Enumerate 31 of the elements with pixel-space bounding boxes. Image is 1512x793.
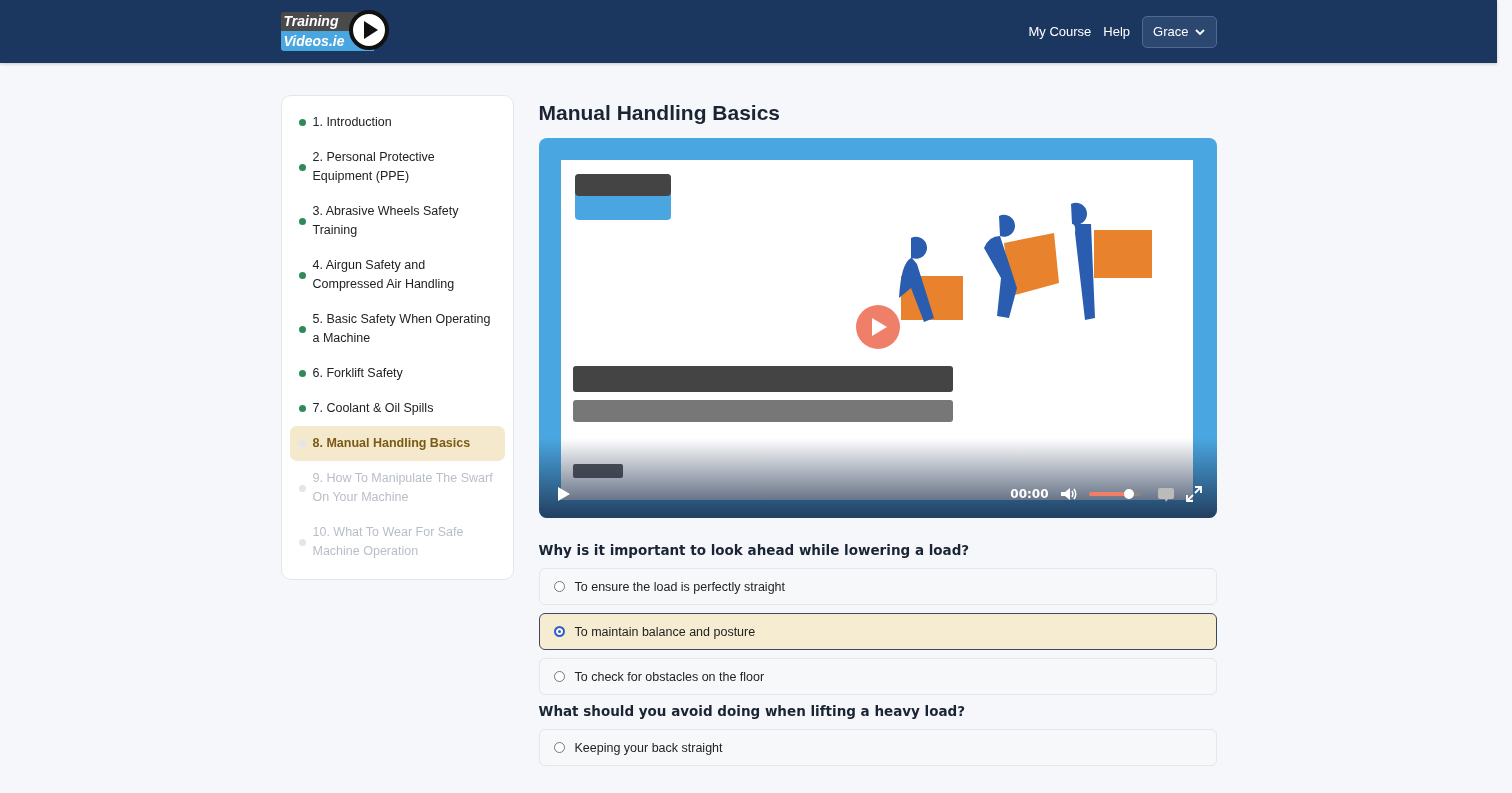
fullscreen-icon[interactable] [1184, 485, 1203, 503]
lesson-item[interactable]: 3. Abrasive Wheels Safety Training [289, 194, 505, 248]
radio-button[interactable] [553, 742, 565, 753]
answer-option[interactable]: Keeping your back straight [538, 729, 1217, 766]
volume-icon[interactable] [1058, 485, 1079, 503]
answer-option[interactable]: To ensure the load is perfectly straight [538, 568, 1217, 605]
logo[interactable]: Training Videos.ie [280, 9, 393, 54]
nav-link[interactable]: Help [1103, 24, 1131, 39]
question-text: Why is it important to look ahead while lowering a load? [538, 542, 971, 558]
radio-button[interactable] [553, 626, 565, 637]
lesson-item[interactable]: 5. Basic Safety When Operating a Machine [289, 302, 505, 356]
answer-option[interactable]: To maintain balance and posture [538, 613, 1217, 650]
radio-button[interactable] [553, 581, 565, 592]
lesson-item[interactable]: 2. Personal Protective Equipment (PPE) [289, 140, 505, 194]
captions-icon[interactable] [1156, 485, 1175, 503]
nav-link[interactable]: My Course [1028, 24, 1092, 39]
answer-option[interactable]: To check for obstacles on the floor [538, 658, 1217, 695]
lesson-item[interactable]: 1. Introduction [289, 105, 505, 140]
lesson-item: 10. What To Wear For Safe Machine Operation [289, 515, 505, 569]
lesson-item: 9. How To Manipulate The Swarf On Your Machine [289, 461, 505, 515]
lesson-item[interactable]: 7. Coolant & Oil Spills [289, 391, 505, 426]
lesson-item[interactable]: 8. Manual Handling Basics [289, 426, 505, 461]
radio-button[interactable] [553, 671, 565, 682]
play-button[interactable] [855, 305, 900, 349]
lesson-item[interactable]: 4. Airgun Safety and Compressed Air Handling [289, 248, 505, 302]
lesson-title: Manual Handling Basics [538, 101, 782, 125]
user-menu-button[interactable]: Grace [1142, 15, 1217, 48]
lesson-item[interactable]: 6. Forklift Safety [289, 356, 505, 391]
question-text: What should you avoid doing when lifting a heavy load? [538, 703, 967, 719]
video-time: 00:00 [1010, 487, 1049, 501]
volume-slider[interactable] [1088, 492, 1141, 496]
